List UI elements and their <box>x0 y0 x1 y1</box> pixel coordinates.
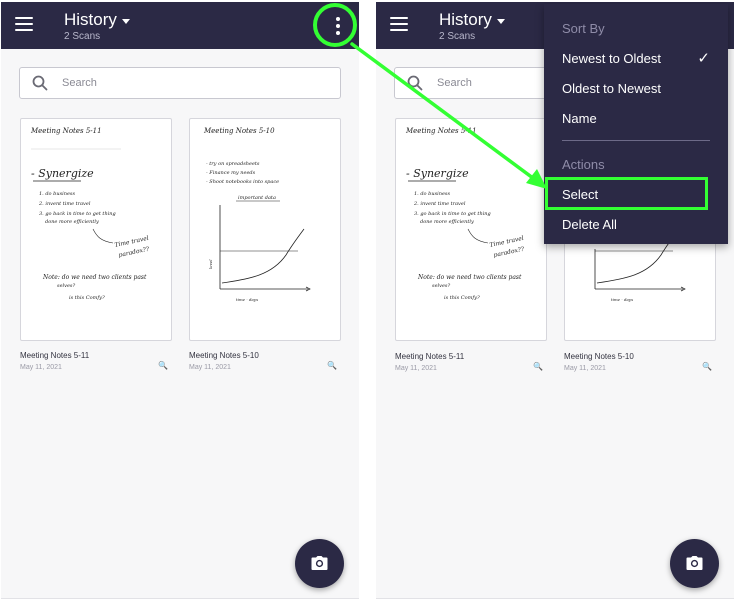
tutorial-composite: History 2 Scans Search Meeting Notes 5-1… <box>0 0 737 601</box>
guide-arrow <box>350 42 547 189</box>
